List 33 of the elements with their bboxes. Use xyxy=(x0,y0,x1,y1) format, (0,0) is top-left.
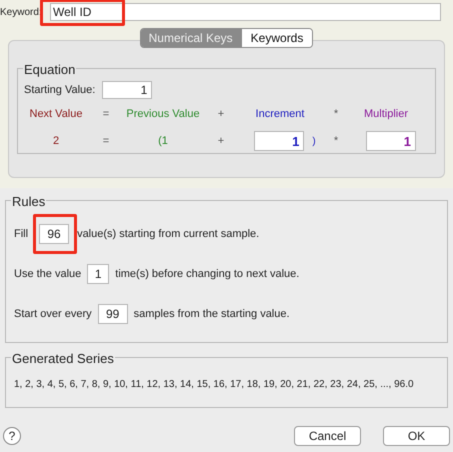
starting-value-field[interactable]: 1 xyxy=(102,81,152,99)
operator-label: * xyxy=(332,107,340,122)
operator-label: = xyxy=(102,107,110,122)
cancel-button[interactable]: Cancel xyxy=(294,426,361,446)
help-button[interactable]: ? xyxy=(3,427,21,445)
tab[interactable]: Keywords xyxy=(242,29,312,47)
rule-text: Fill xyxy=(14,226,28,242)
rule-text: samples from the starting value. xyxy=(134,306,290,322)
operator-label: + xyxy=(216,134,226,149)
operator-label: + xyxy=(216,107,226,122)
operator-label: * xyxy=(332,134,340,149)
rule-text: time(s) before changing to next value. xyxy=(115,266,300,282)
column-header: Multiplier xyxy=(362,107,409,122)
column-header: Previous Value xyxy=(125,107,201,122)
keyword-field[interactable]: Well ID xyxy=(50,3,441,21)
parenthesis: ) xyxy=(312,134,316,148)
number-field[interactable]: 99 xyxy=(98,304,128,324)
column-header: Increment xyxy=(254,107,306,122)
number-field[interactable]: 1 xyxy=(366,131,416,151)
rule-text: value(s) starting from current sample. xyxy=(77,226,260,242)
series-text: 1, 2, 3, 4, 5, 6, 7, 8, 9, 10, 11, 12, 13, 14, 15, 16, 17, 18, 19, 20, 21, 22, 23, 24, 25, ..., 96.0 xyxy=(14,379,414,390)
rule-text: Start over every xyxy=(14,306,92,322)
rule-text: Use the value xyxy=(14,266,82,282)
field-label: Starting Value: xyxy=(24,82,96,98)
equation-value: (1 xyxy=(157,134,169,149)
number-field[interactable]: 1 xyxy=(87,264,110,284)
number-field[interactable]: 96 xyxy=(39,224,70,244)
number-field[interactable]: 1 xyxy=(254,131,304,151)
keyword-label: Keyword: xyxy=(0,6,43,20)
equation-value: 2 xyxy=(52,134,60,149)
column-header: Next Value xyxy=(28,107,84,122)
operator-label: = xyxy=(102,134,110,149)
ok-button[interactable]: OK xyxy=(383,426,450,446)
